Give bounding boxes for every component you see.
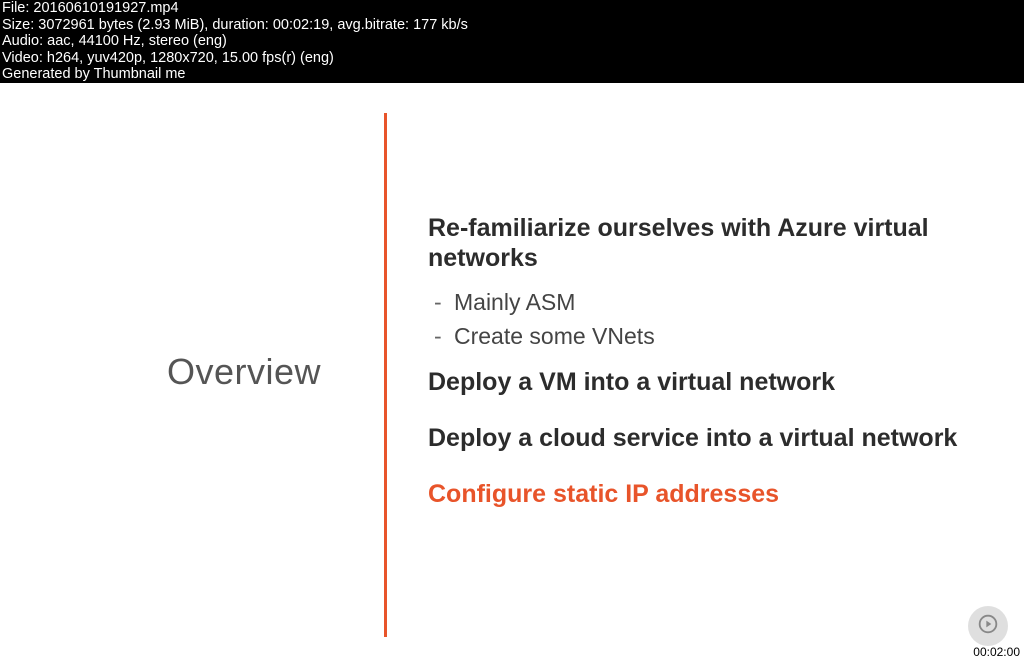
bullet-4-highlight: Configure static IP addresses	[428, 479, 988, 509]
bullet-1-sub-1: Mainly ASM	[454, 287, 988, 317]
vertical-divider	[384, 113, 387, 637]
info-video: Video: h264, yuv420p, 1280x720, 15.00 fp…	[2, 50, 1022, 67]
bullet-1: Re-familiarize ourselves with Azure virt…	[428, 213, 988, 273]
video-info-bar: File: 20160610191927.mp4 Size: 3072961 b…	[0, 0, 1024, 84]
slide-bullets: Re-familiarize ourselves with Azure virt…	[428, 213, 988, 523]
info-generated: Generated by Thumbnail me	[2, 66, 1022, 83]
info-file: File: 20160610191927.mp4	[2, 0, 1022, 17]
play-icon	[978, 614, 998, 639]
info-audio: Audio: aac, 44100 Hz, stereo (eng)	[2, 33, 1022, 50]
bullet-2: Deploy a VM into a virtual network	[428, 367, 988, 397]
slide-frame: Overview Re-familiarize ourselves with A…	[0, 83, 1024, 659]
info-size: Size: 3072961 bytes (2.93 MiB), duration…	[2, 17, 1022, 34]
play-button[interactable]	[968, 606, 1008, 646]
slide-heading-left: Overview	[167, 351, 321, 393]
thumbnail-root: File: 20160610191927.mp4 Size: 3072961 b…	[0, 0, 1024, 659]
frame-timestamp: 00:02:00	[973, 645, 1020, 659]
bullet-3: Deploy a cloud service into a virtual ne…	[428, 423, 988, 453]
bullet-1-sub-2: Create some VNets	[454, 321, 988, 351]
